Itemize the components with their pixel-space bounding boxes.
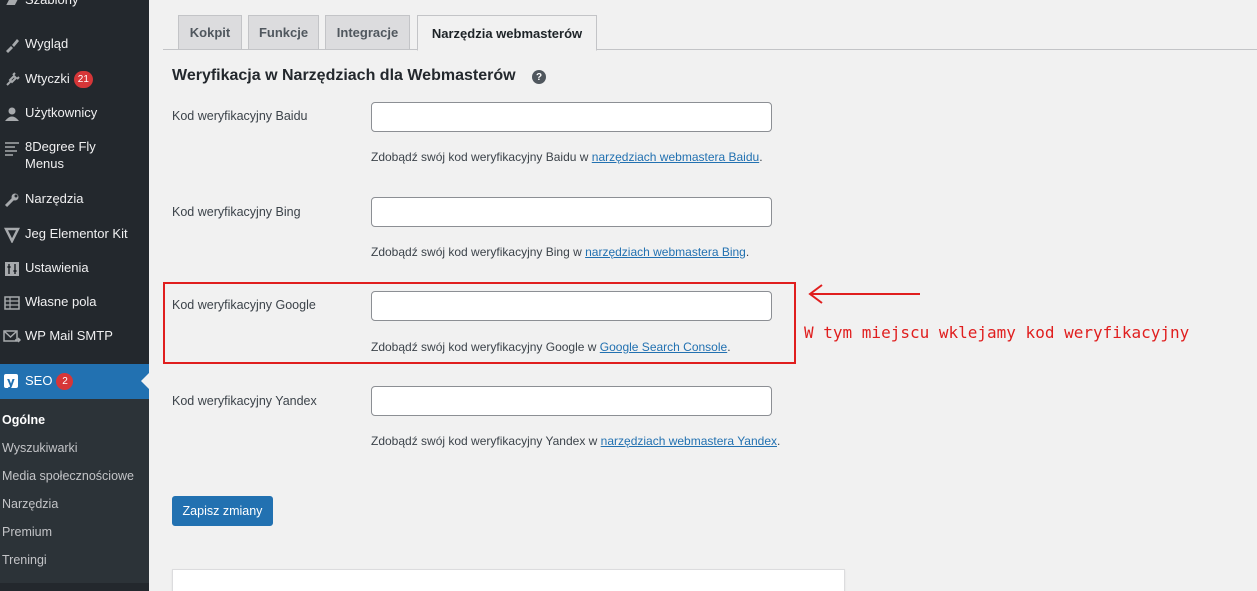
sidebar-item-ustawienia[interactable]: Ustawienia [0, 259, 149, 279]
bing-label: Kod weryfikacyjny Bing [172, 205, 301, 219]
baidu-label: Kod weryfikacyjny Baidu [172, 109, 308, 123]
annotation-text: W tym miejscu wklejamy kod weryfikacyjny [804, 323, 1190, 342]
annotation-arrow-icon [808, 284, 920, 304]
active-menu-arrow [141, 373, 149, 389]
sidebar-item-label: Wtyczki [25, 71, 70, 86]
sidebar-item-wlasne-pola[interactable]: Własne pola [0, 293, 149, 313]
section-title: Weryfikacja w Narzędziach dla Webmasteró… [172, 67, 516, 84]
brush-icon: ▰ [6, 0, 18, 10]
yandex-description: Zdobądź swój kod weryfikacyjny Yandex w … [371, 434, 780, 448]
tab-integracje[interactable]: Integracje [325, 15, 410, 50]
save-changes-button[interactable]: Zapisz zmiany [172, 496, 273, 526]
yandex-webmaster-link[interactable]: narzędziach webmastera Yandex [601, 434, 777, 448]
desc-text: Zdobądź swój kod weryfikacyjny Baidu w [371, 150, 592, 164]
admin-sidebar: ▰ Szablony Wygląd Wtyczki21 Użytkownicy … [0, 0, 149, 591]
tab-narzedzia-webmasterow[interactable]: Narzędzia webmasterów [417, 15, 597, 51]
wrench-icon [2, 190, 22, 210]
sidebar-item-narzedzia[interactable]: Narzędzia [0, 190, 149, 210]
bing-description: Zdobądź swój kod weryfikacyjny Bing w na… [371, 245, 749, 259]
paintbrush-icon [2, 35, 22, 55]
jeg-kit-icon [2, 225, 22, 245]
menu-lines-icon [2, 138, 22, 158]
tab-kokpit[interactable]: Kokpit [178, 15, 242, 50]
baidu-webmaster-link[interactable]: narzędziach webmastera Baidu [592, 150, 759, 164]
sidebar-item-wp-mail-smtp[interactable]: WP Mail SMTP [0, 327, 149, 347]
desc-text: Zdobądź swój kod weryfikacyjny Yandex w [371, 434, 601, 448]
sidebar-item-label: SEO [25, 373, 53, 388]
yandex-verification-input[interactable] [371, 386, 772, 416]
baidu-description: Zdobądź swój kod weryfikacyjny Baidu w n… [371, 150, 763, 164]
yandex-label: Kod weryfikacyjny Yandex [172, 394, 317, 408]
desc-suffix: . [777, 434, 781, 448]
seo-notification-badge: 2 [56, 373, 74, 391]
submenu-item-premium[interactable]: Premium [2, 525, 52, 539]
sidebar-item-wyglad[interactable]: Wygląd [0, 35, 149, 55]
seo-submenu: Ogólne Wyszukiwarki Media społecznościow… [0, 399, 149, 583]
desc-suffix: . [745, 245, 750, 259]
help-icon[interactable]: ? [532, 70, 546, 84]
sidebar-item-seo[interactable]: y SEO 2 [0, 364, 149, 399]
desc-text: Zdobądź swój kod weryfikacyjny Bing w [371, 245, 586, 259]
submenu-item-wyszukiwarki[interactable]: Wyszukiwarki [2, 441, 78, 455]
bing-verification-input[interactable] [371, 197, 772, 227]
submenu-item-ogolne[interactable]: Ogólne [2, 413, 45, 427]
settings-icon [2, 259, 22, 279]
update-count-badge: 21 [73, 71, 93, 89]
table-icon [2, 293, 22, 313]
baidu-verification-input[interactable] [371, 102, 772, 132]
sidebar-item-wtyczki[interactable]: Wtyczki 21 [0, 70, 149, 90]
sidebar-item-8degree-fly-menus[interactable]: 8Degree Fly Menus [0, 138, 149, 174]
bing-webmaster-link[interactable]: narzędziach webmastera Bing [585, 245, 746, 259]
sidebar-item-uzytkownicy[interactable]: Użytkownicy [0, 104, 149, 124]
bottom-panel [172, 569, 845, 591]
annotation-highlight-box [163, 282, 796, 364]
user-icon [2, 104, 22, 124]
sidebar-item-szablony[interactable]: ▰ Szablony [0, 0, 149, 11]
sidebar-item-jeg-elementor-kit[interactable]: Jeg Elementor Kit [0, 225, 149, 245]
yoast-icon: y [2, 371, 22, 391]
submenu-item-treningi[interactable]: Treningi [2, 553, 47, 567]
submenu-item-media-spolecznosciowe[interactable]: Media społecznościowe [2, 469, 134, 483]
tab-funkcje[interactable]: Funkcje [248, 15, 319, 50]
plugin-icon [2, 70, 22, 90]
desc-suffix: . [759, 150, 763, 164]
submenu-item-narzedzia[interactable]: Narzędzia [2, 497, 58, 511]
svg-text:y: y [7, 375, 15, 389]
mail-icon [2, 327, 22, 347]
settings-tabs: Kokpit Funkcje Integracje Narzędzia webm… [163, 12, 1257, 51]
